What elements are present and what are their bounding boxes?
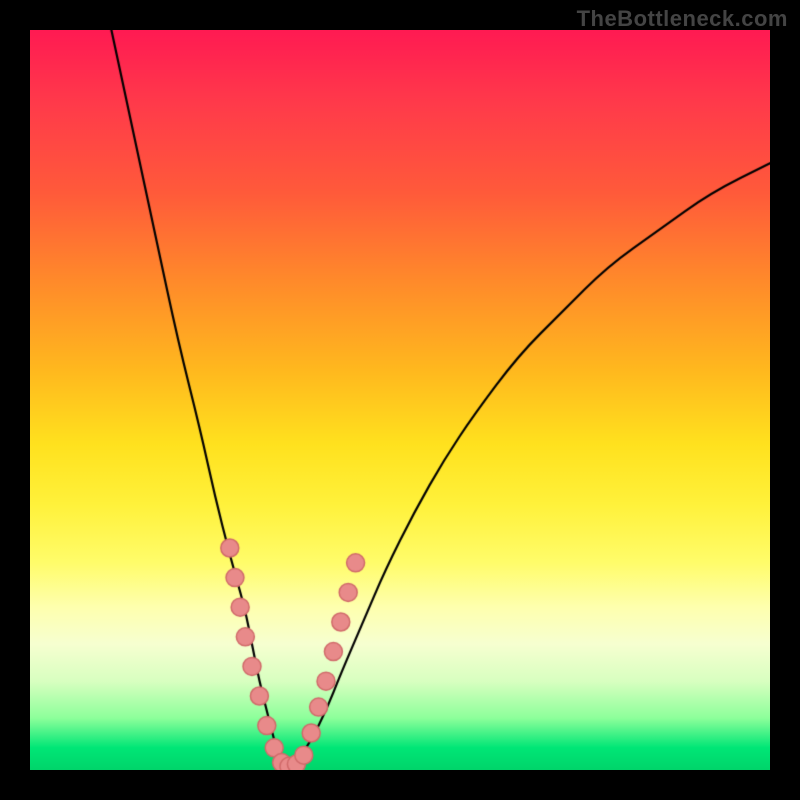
watermark-text: TheBottleneck.com bbox=[577, 6, 788, 32]
chart-frame: TheBottleneck.com bbox=[0, 0, 800, 800]
chart-canvas bbox=[30, 30, 770, 770]
plot-area bbox=[30, 30, 770, 770]
